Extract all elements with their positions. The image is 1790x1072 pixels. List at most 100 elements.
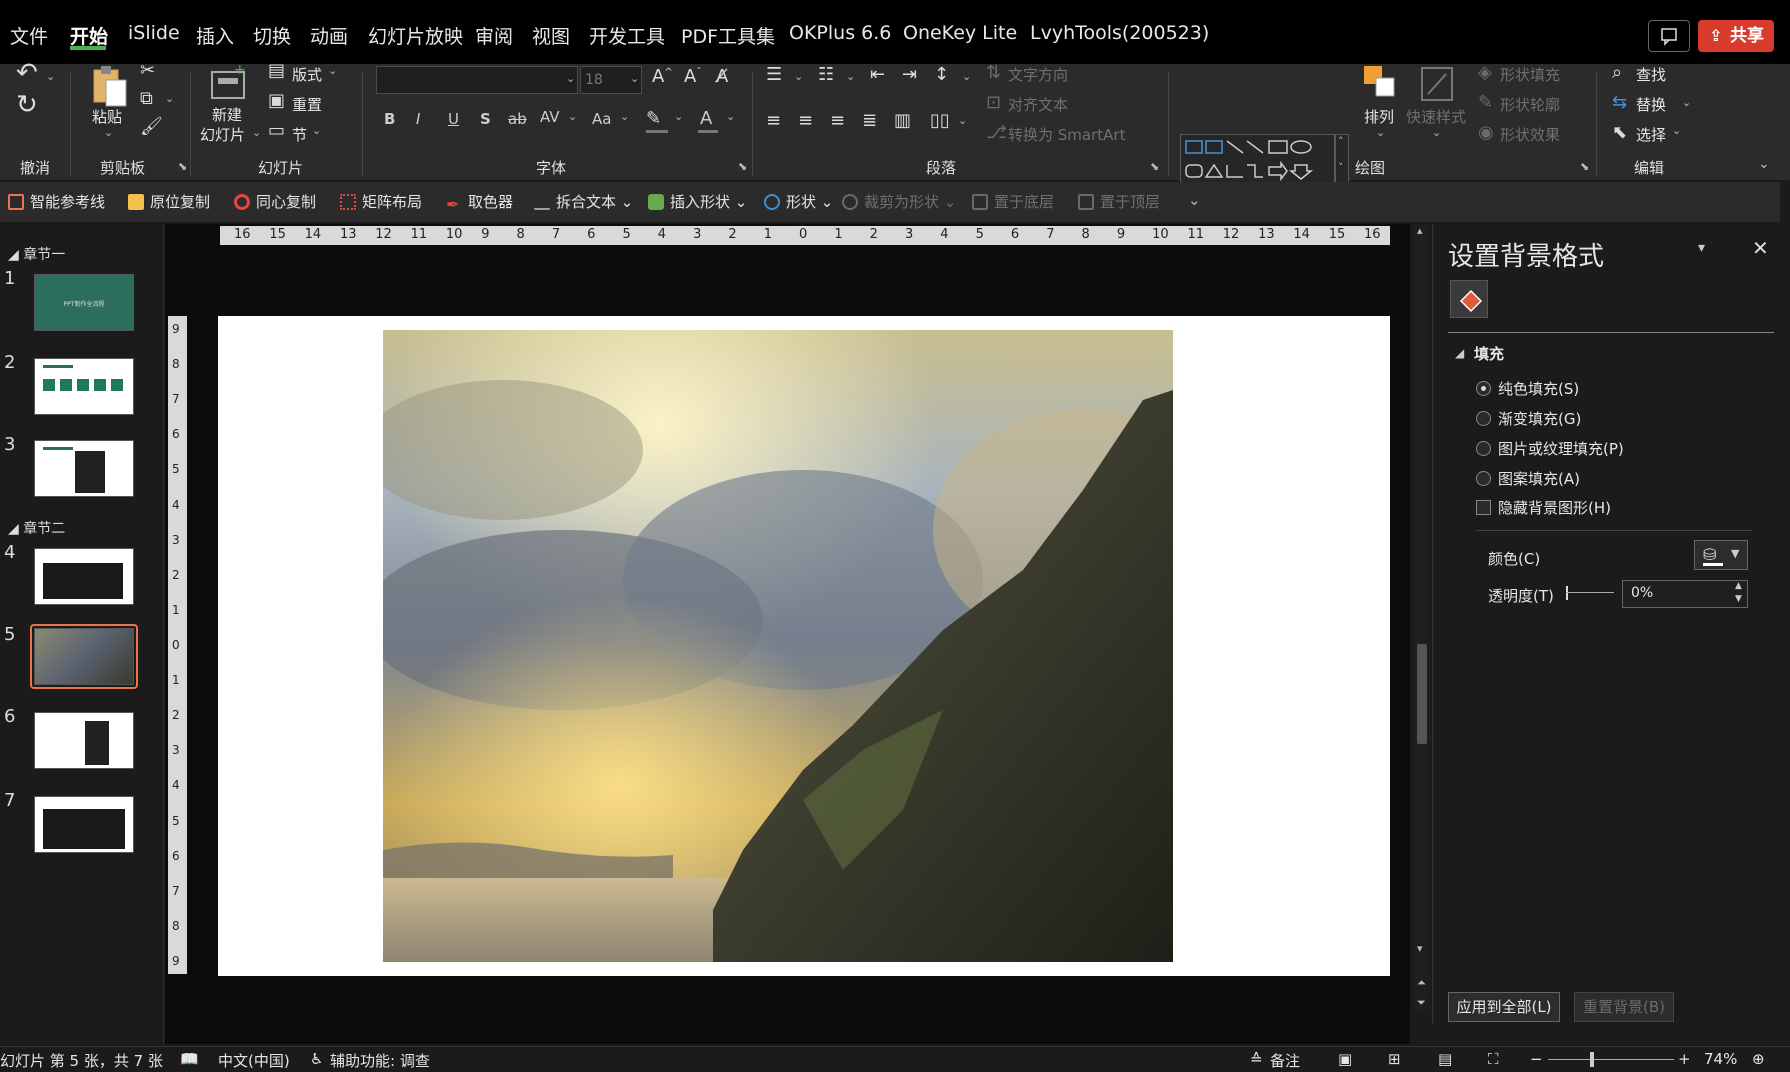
transparency-input[interactable]: 0% ▲ ▼ (1622, 580, 1748, 608)
section-header-1[interactable]: ◢ 章节一 (8, 244, 65, 264)
pane-options-icon[interactable]: ▾ (1698, 240, 1705, 256)
toolbar-more-icon[interactable]: ⌄ (1188, 191, 1201, 209)
gradient-fill-label[interactable]: 渐变填充(G) (1498, 408, 1581, 429)
vertical-scrollbar[interactable]: ▴ ▾ ⏶ ⏷ (1414, 224, 1430, 1014)
font-name-dropdown-icon[interactable]: ⌄ (566, 72, 575, 85)
reset-icon[interactable]: ▣ (268, 92, 285, 110)
menu-animations[interactable]: 动画 (310, 22, 348, 49)
justify-icon[interactable]: ≣ (862, 112, 877, 130)
slide-thumb-5[interactable] (34, 628, 134, 685)
find-icon[interactable]: ⌕ (1612, 64, 1622, 82)
layout-dropdown-icon[interactable]: ⌄ (328, 64, 337, 77)
spin-up-icon[interactable]: ▲ (1735, 581, 1742, 591)
close-icon[interactable]: ✕ (1752, 236, 1769, 260)
slide-thumb-4[interactable] (34, 548, 134, 605)
shape-outline-label[interactable]: 形状轮廓 (1500, 94, 1560, 115)
zoom-out-button[interactable]: − (1530, 1050, 1543, 1068)
normal-view-icon[interactable]: ▣ (1338, 1050, 1352, 1068)
clipboard-launcher-icon[interactable]: ⬊ (178, 160, 187, 173)
concentric-copy-button[interactable]: 同心复制 (234, 191, 316, 212)
convert-smartart-label[interactable]: 转换为 SmartArt (1008, 124, 1125, 145)
highlight-icon[interactable]: ✎ (646, 110, 661, 128)
transparency-slider[interactable] (1566, 586, 1614, 600)
strikethrough-button[interactable]: ab (508, 110, 527, 128)
clear-format-icon[interactable]: A̸ (716, 68, 728, 86)
menu-file[interactable]: 文件 (10, 22, 48, 49)
solid-fill-label[interactable]: 纯色填充(S) (1498, 378, 1579, 399)
format-painter-icon[interactable]: 🖌 (140, 118, 163, 136)
prev-slide-icon[interactable]: ⏶ (1417, 976, 1426, 990)
paragraph-launcher-icon[interactable]: ⬊ (1150, 160, 1159, 173)
drawing-launcher-icon[interactable]: ⬊ (1580, 160, 1589, 173)
section-icon[interactable]: ▭ (268, 122, 285, 140)
underline-button[interactable]: U (448, 110, 459, 128)
text-direction-label[interactable]: 文字方向 (1008, 64, 1068, 85)
shape-fill-label[interactable]: 形状填充 (1500, 64, 1560, 85)
slide-sorter-icon[interactable]: ⊞ (1388, 1050, 1401, 1068)
replace-icon[interactable]: ⇆ (1612, 94, 1627, 112)
highlight-dropdown-icon[interactable]: ⌄ (674, 110, 683, 123)
numbering-dropdown-icon[interactable]: ⌄ (846, 70, 855, 83)
menu-insert[interactable]: 插入 (196, 22, 234, 49)
accessibility-status[interactable]: 辅助功能: 调查 (330, 1050, 430, 1071)
collapse-ribbon-icon[interactable]: ⌄ (1758, 156, 1770, 172)
quick-styles-dropdown-icon[interactable]: ⌄ (1432, 126, 1441, 139)
shape-effects-label[interactable]: 形状效果 (1500, 124, 1560, 145)
new-slide-button[interactable]: + (210, 62, 248, 104)
line-spacing-icon[interactable]: ↕ (934, 66, 949, 84)
reset-label[interactable]: 重置 (292, 94, 322, 115)
paste-button[interactable] (90, 64, 130, 110)
change-case-button[interactable]: Aa (592, 110, 611, 128)
increase-indent-icon[interactable]: ⇥ (902, 66, 917, 84)
insert-shape-button[interactable]: 插入形状 ⌄ (648, 191, 747, 212)
menu-view[interactable]: 视图 (532, 22, 570, 49)
scroll-thumb[interactable] (1417, 644, 1427, 744)
send-to-back-button[interactable]: 置于底层 (972, 191, 1054, 212)
fill-section-header[interactable]: 填充 (1474, 343, 1504, 364)
next-slide-icon[interactable]: ⏷ (1417, 996, 1426, 1010)
slide-thumb-6[interactable] (34, 712, 134, 769)
arrange-button[interactable] (1362, 64, 1400, 104)
find-label[interactable]: 查找 (1636, 64, 1666, 85)
menu-pdf-tools[interactable]: PDF工具集 (681, 22, 775, 49)
hide-bg-graphics-checkbox[interactable] (1476, 500, 1491, 515)
slide-thumb-2[interactable] (34, 358, 134, 415)
solid-fill-radio[interactable] (1476, 381, 1491, 396)
gallery-down-icon[interactable]: ˅ (1338, 161, 1344, 174)
crop-to-shape-button[interactable]: 裁剪为形状 ⌄ (842, 191, 956, 212)
undo-dropdown-icon[interactable]: ⌄ (46, 70, 55, 83)
slide-thumb-1[interactable]: PPT制作全流程 (34, 274, 134, 331)
arrange-dropdown-icon[interactable]: ⌄ (1376, 126, 1385, 139)
slide-thumb-3[interactable] (34, 440, 134, 497)
font-size-dropdown-icon[interactable]: ⌄ (630, 72, 639, 85)
menu-okplus[interactable]: OKPlus 6.6 (789, 22, 891, 44)
smartart-icon[interactable]: ⎇ (986, 124, 1007, 142)
zoom-level[interactable]: 74% (1704, 1050, 1737, 1068)
slide-thumb-7[interactable] (34, 796, 134, 853)
zoom-in-button[interactable]: + (1678, 1050, 1691, 1068)
align-right-icon[interactable]: ≡ (830, 112, 845, 130)
section-header-2[interactable]: ◢ 章节二 (8, 518, 65, 538)
hide-bg-graphics-label[interactable]: 隐藏背景图形(H) (1498, 497, 1611, 518)
gallery-up-icon[interactable]: ˄ (1338, 135, 1344, 148)
spellcheck-icon[interactable]: 📖 (180, 1050, 199, 1068)
line-spacing-dropdown-icon[interactable]: ⌄ (962, 70, 971, 83)
new-slide-dropdown-icon[interactable]: ⌄ (252, 126, 261, 139)
shrink-font-icon[interactable]: Aˇ (684, 68, 701, 86)
char-spacing-dropdown-icon[interactable]: ⌄ (568, 110, 577, 123)
slideshow-icon[interactable]: ⛶ (1488, 1050, 1499, 1068)
font-name-input[interactable] (376, 66, 578, 94)
menu-lvyhtools[interactable]: LvyhTools(200523) (1030, 22, 1209, 44)
undo-icon[interactable]: ↶ (16, 60, 38, 86)
menu-onekey[interactable]: OneKey Lite (903, 22, 1017, 44)
collapse-fill-icon[interactable]: ◢ (1455, 346, 1464, 360)
scroll-up-icon[interactable]: ▴ (1417, 224, 1423, 237)
shape-button[interactable]: 形状 ⌄ (764, 191, 833, 212)
bullets-dropdown-icon[interactable]: ⌄ (794, 70, 803, 83)
pattern-fill-label[interactable]: 图案填充(A) (1498, 468, 1580, 489)
copy-icon[interactable]: ⧉ (140, 90, 153, 108)
shape-outline-icon[interactable]: ✎ (1478, 94, 1493, 112)
menu-islide[interactable]: iSlide (128, 22, 180, 44)
align-text-icon[interactable]: ⊡ (986, 94, 1001, 112)
align-text-label[interactable]: 对齐文本 (1008, 94, 1068, 115)
